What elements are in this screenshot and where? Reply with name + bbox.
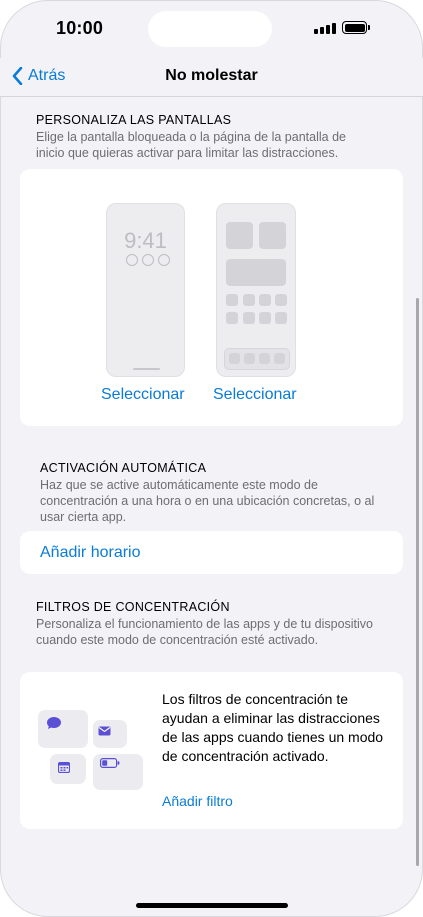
filters-card: Los filtros de concentración te ayudan a…	[20, 672, 403, 829]
select-home-screen-button[interactable]: Seleccionar	[213, 386, 297, 404]
filter-illustration-bubble	[93, 754, 143, 790]
home-widget	[259, 222, 286, 249]
filters-card-text: Los filtros de concentración te ayudan a…	[162, 691, 384, 764]
home-app-icon	[275, 312, 287, 324]
home-app-icon	[226, 312, 238, 324]
navigation-bar: Atrás No molestar	[0, 58, 423, 97]
lock-preview-home-bar	[133, 368, 160, 370]
lock-preview-widgets	[126, 254, 170, 268]
home-app-icon	[243, 294, 255, 306]
home-widget	[226, 222, 253, 249]
select-lock-screen-button[interactable]: Seleccionar	[101, 386, 185, 404]
automation-section-header: ACTIVACIÓN AUTOMÁTICA	[40, 461, 207, 475]
home-app-icon	[275, 294, 287, 306]
filters-section-description: Personaliza el funcionamiento de las app…	[36, 617, 374, 647]
scroll-indicator[interactable]	[416, 298, 419, 866]
add-schedule-row[interactable]: Añadir horario	[20, 531, 403, 574]
chat-bubble-icon	[47, 717, 61, 729]
home-indicator[interactable]	[136, 903, 288, 908]
battery-icon	[100, 758, 120, 768]
home-app-icon	[226, 294, 238, 306]
lock-preview-time: 9:41	[124, 228, 167, 253]
screens-section-header: PERSONALIZA LAS PANTALLAS	[36, 113, 232, 127]
screens-card	[20, 169, 403, 426]
envelope-icon	[98, 726, 111, 736]
home-app-icon	[243, 312, 255, 324]
home-widget-wide	[226, 259, 286, 286]
home-dock	[224, 348, 290, 370]
calendar-icon	[58, 762, 70, 773]
lock-screen-preview[interactable]: 9:41	[106, 203, 185, 377]
signal-icon	[314, 22, 336, 34]
filter-illustration-bubble	[38, 710, 88, 748]
home-screen-preview[interactable]	[216, 203, 296, 377]
home-app-icon	[259, 312, 271, 324]
phone-screen: 10:00 Atrás No molestar PERSONALIZA LAS …	[0, 0, 423, 917]
add-filter-button[interactable]: Añadir filtro	[162, 793, 233, 809]
automation-section-description: Haz que se active automáticamente este m…	[40, 478, 375, 524]
filter-illustration-bubble	[50, 754, 86, 784]
filter-illustration-bubble	[93, 720, 127, 748]
battery-tip	[368, 25, 370, 30]
status-bar: 10:00	[0, 0, 423, 58]
battery-icon	[342, 21, 367, 34]
filters-section-header: FILTROS DE CONCENTRACIÓN	[36, 600, 230, 614]
dynamic-island	[148, 11, 272, 47]
home-app-icon	[259, 294, 271, 306]
page-title: No molestar	[165, 67, 258, 84]
add-schedule-button[interactable]: Añadir horario	[40, 544, 141, 562]
status-time: 10:00	[56, 18, 104, 38]
screens-section-description: Elige la pantalla bloqueada o la página …	[36, 130, 346, 160]
